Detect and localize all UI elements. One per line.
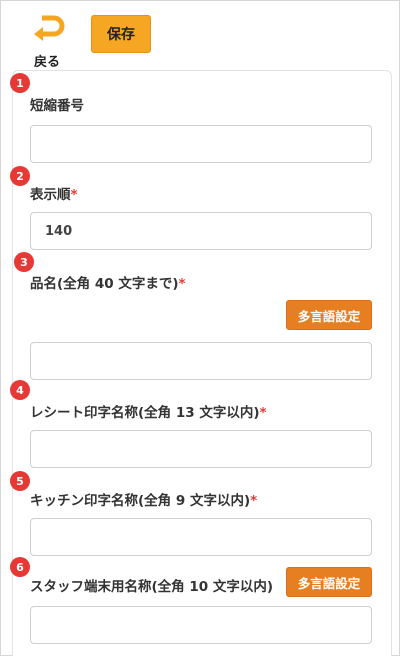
kitchen-name-input[interactable] (30, 518, 372, 556)
short-number-input[interactable] (30, 125, 372, 163)
kitchen-name-label: キッチン印字名称(全角 9 文字以内)* (30, 493, 258, 509)
staff-name-label: スタッフ端末用名称(全角 10 文字以内) (30, 579, 274, 595)
field-number-badge: 6 (10, 557, 30, 577)
field-number-badge: 2 (10, 166, 30, 186)
staff-name-label-clip: スタッフ端末用名称(全角 10 文字以内) (30, 575, 287, 595)
back-button[interactable]: 戻る (30, 10, 70, 70)
multilang-settings-button[interactable]: 多言語設定 (286, 567, 372, 597)
required-mark: * (259, 405, 267, 421)
short-number-label: 短縮番号 (30, 98, 84, 114)
required-mark: * (70, 187, 78, 203)
item-name-label: 品名(全角 40 文字まで)* (30, 276, 186, 292)
receipt-name-input[interactable] (30, 430, 372, 468)
back-arrow-icon (34, 15, 65, 41)
field-number-badge: 3 (14, 252, 34, 272)
display-order-label: 表示順* (30, 187, 78, 203)
item-name-input[interactable] (30, 342, 372, 380)
required-mark: * (178, 276, 186, 292)
staff-name-input[interactable] (30, 606, 372, 644)
receipt-name-label: レシート印字名称(全角 13 文字以内)* (30, 405, 267, 421)
display-order-input[interactable] (30, 212, 372, 250)
back-label: 戻る (34, 55, 61, 70)
field-number-badge: 5 (10, 471, 30, 491)
save-button[interactable]: 保存 (91, 15, 151, 53)
field-number-badge: 4 (10, 380, 30, 400)
field-number-badge: 1 (10, 73, 30, 93)
multilang-settings-button[interactable]: 多言語設定 (286, 300, 372, 330)
required-mark: * (250, 493, 258, 509)
